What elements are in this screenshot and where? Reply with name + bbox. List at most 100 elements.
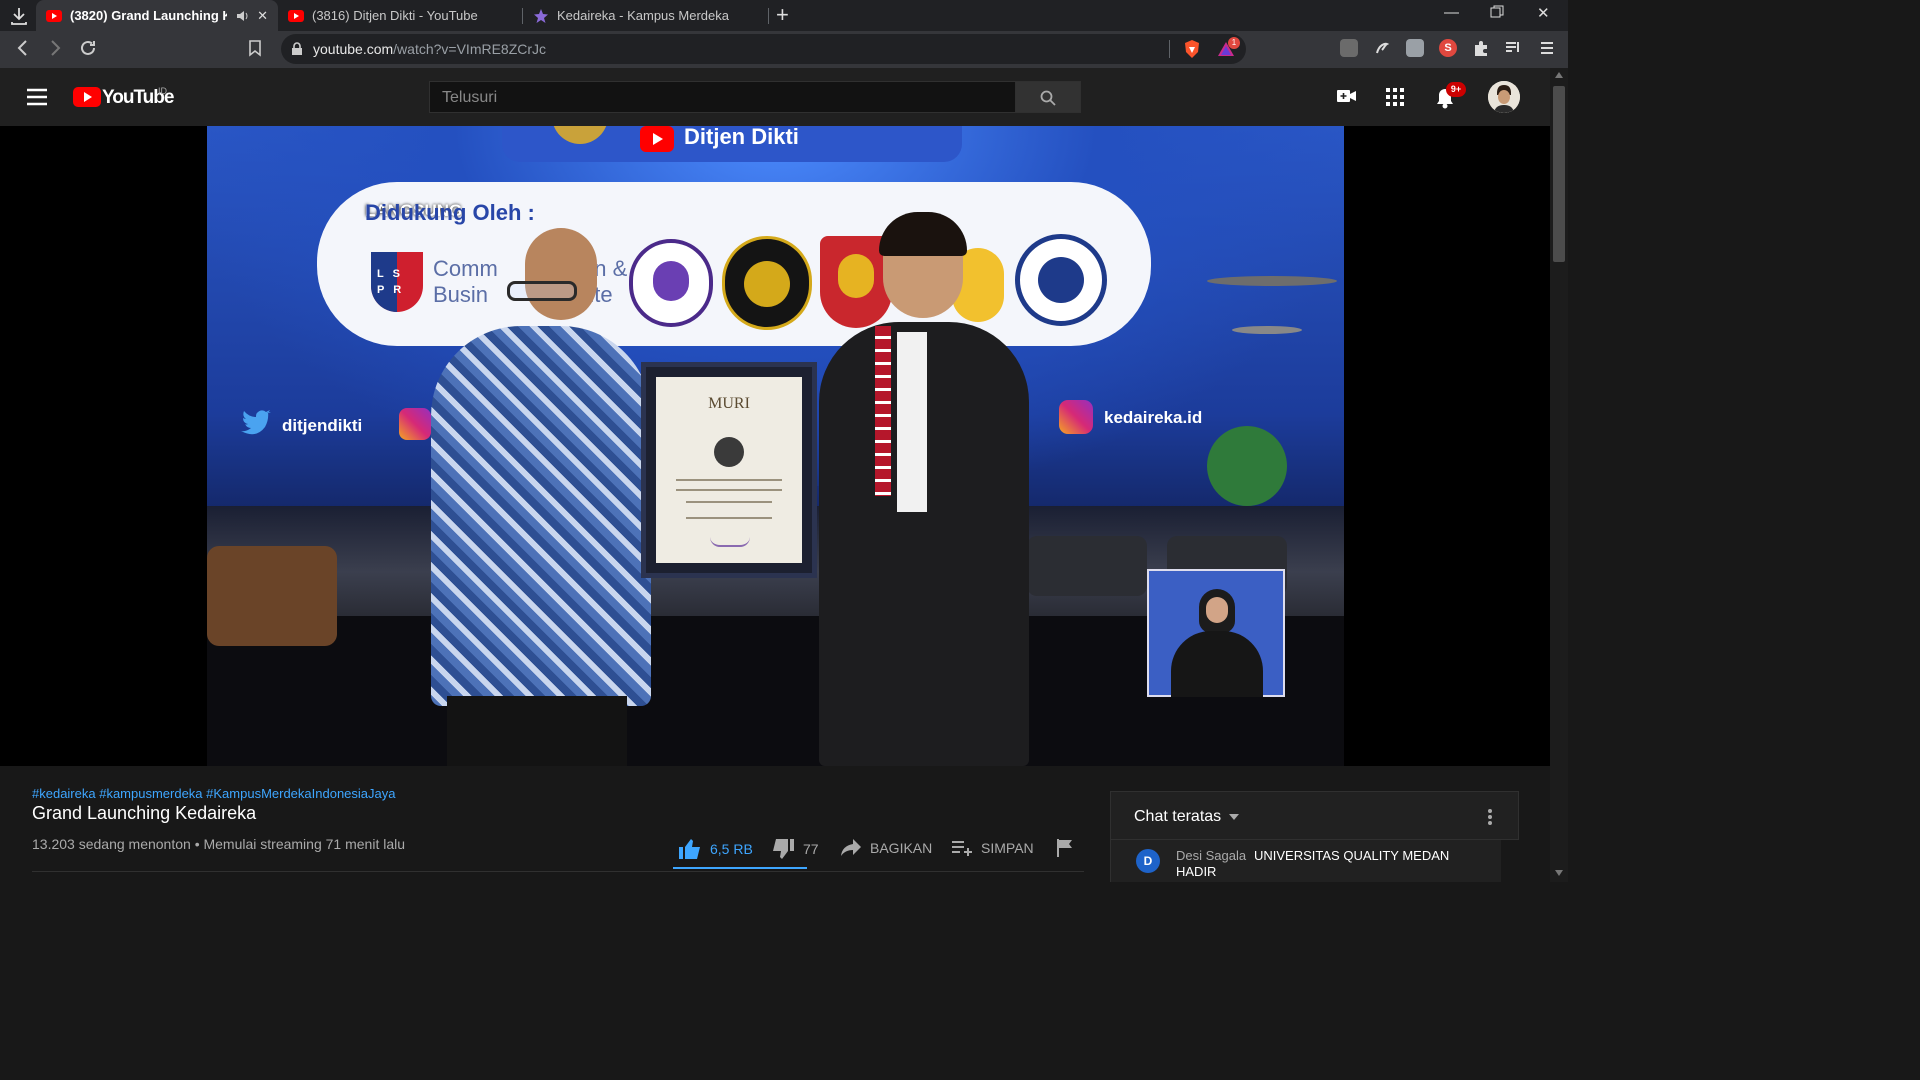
bitwarden-extension-icon[interactable] — [1340, 39, 1358, 57]
muri-certificate-frame: MURI — [641, 362, 817, 578]
create-video-icon[interactable] — [1337, 87, 1357, 105]
lspr-letters: L S P R — [377, 268, 405, 296]
tab-title: (3820) Grand Launching Kedaireka — [70, 8, 227, 23]
video-hashtags[interactable]: #kedaireka #kampusmerdeka #KampusMerdeka… — [32, 786, 396, 801]
certificate-signature — [710, 537, 750, 547]
interpreter-body — [1171, 631, 1263, 697]
page-scrollbar[interactable] — [1550, 68, 1568, 882]
report-button[interactable] — [1056, 838, 1082, 858]
hamburger-menu-icon[interactable] — [26, 87, 48, 107]
youtube-logo-icon[interactable] — [73, 87, 101, 107]
video-meta: 13.203 sedang menonton • Memulai streami… — [32, 836, 406, 852]
chat-message: UNIVERSITAS QUALITY MEDAN HADIR — [1176, 848, 1484, 879]
browser-tab-bar: (3820) Grand Launching Kedaireka ✕ (3816… — [0, 0, 1568, 31]
video-title: Grand Launching Kedaireka — [32, 803, 257, 823]
isbi-bandung-logo — [722, 236, 812, 330]
brave-alert-badge: 1 — [1228, 37, 1240, 49]
tab-grand-launching[interactable]: (3820) Grand Launching Kedaireka ✕ — [36, 0, 278, 31]
kedaireka-favicon-icon — [534, 8, 548, 23]
chat-divider — [1111, 839, 1518, 840]
youtube-header: YouTube ID Telusuri 9+ — [0, 68, 1550, 126]
close-window-icon[interactable]: ✕ — [1537, 4, 1550, 22]
face-shield — [507, 281, 577, 301]
search-button[interactable] — [1015, 81, 1081, 113]
speaker-icon[interactable] — [235, 9, 249, 23]
scroll-thumb[interactable] — [1553, 86, 1565, 262]
minimize-icon[interactable]: — — [1444, 4, 1459, 21]
address-bar[interactable]: youtube.com/watch?v=VImRE8ZCrJc 1 — [281, 34, 1246, 64]
musician — [1207, 426, 1287, 506]
interpreter-face — [1206, 597, 1228, 623]
extension-icon[interactable] — [1373, 39, 1391, 57]
cymbal — [1207, 276, 1337, 286]
twitter-icon — [241, 410, 271, 435]
lspr-text-2: Busin — [433, 282, 489, 307]
cymbal — [1232, 326, 1302, 334]
menu-icon[interactable] — [1538, 39, 1556, 57]
lock-icon[interactable] — [291, 42, 303, 56]
person-left-trousers — [447, 696, 627, 766]
social-handle-left: ditjendikti — [282, 416, 363, 435]
chat-avatar[interactable]: D — [1136, 849, 1160, 873]
person-right-shirt — [897, 332, 927, 512]
share-label: BAGIKAN — [870, 840, 933, 856]
flag-icon — [1057, 839, 1072, 857]
chat-scrollbar[interactable] — [1501, 840, 1519, 883]
tab-ditjen-dikti[interactable]: (3816) Ditjen Dikti - YouTube — [278, 0, 523, 31]
chat-author[interactable]: Desi Sagala — [1176, 848, 1246, 863]
bookmark-icon[interactable] — [248, 39, 262, 62]
more-options-icon[interactable] — [1487, 808, 1493, 826]
tab-kedaireka[interactable]: Kedaireka - Kampus Merdeka — [523, 0, 768, 31]
search-input[interactable]: Telusuri — [429, 81, 1016, 113]
traditional-drum — [207, 546, 337, 646]
video-frame[interactable]: Ditjen Dikti LANGSUNG Didukung Oleh : L … — [207, 126, 1344, 766]
save-label: SIMPAN — [981, 840, 1034, 856]
reload-button[interactable] — [79, 39, 97, 62]
search-placeholder: Telusuri — [442, 89, 498, 106]
sign-language-interpreter-inset — [1147, 569, 1285, 697]
extension-s-icon[interactable]: S — [1439, 39, 1457, 57]
restore-icon[interactable] — [1490, 5, 1504, 23]
share-button[interactable]: BAGIKAN — [840, 838, 932, 858]
playlist-add-icon — [952, 841, 972, 856]
social-handle-right: kedaireka.id — [1104, 408, 1203, 427]
download-icon[interactable] — [8, 5, 30, 27]
certificate-line — [676, 479, 782, 481]
ipb-bogor-logo — [1015, 234, 1107, 326]
back-button[interactable] — [15, 39, 31, 62]
tab-separator — [768, 8, 769, 24]
brave-shield-icon[interactable] — [1183, 39, 1201, 59]
video-player[interactable]: Ditjen Dikti LANGSUNG Didukung Oleh : L … — [0, 126, 1550, 766]
extension-icon[interactable] — [1406, 39, 1424, 57]
banner-top-text: Ditjen Dikti — [684, 126, 799, 149]
new-tab-button[interactable]: + — [776, 3, 789, 27]
like-ratio-bar — [673, 867, 807, 869]
apps-grid-icon[interactable] — [1386, 88, 1404, 106]
like-count: 6,5 RB — [710, 841, 753, 857]
thumb-up-icon — [679, 839, 700, 859]
close-tab-icon[interactable]: ✕ — [257, 8, 268, 24]
url-path: /watch?v=VImRE8ZCrJc — [393, 41, 547, 57]
thumb-down-icon — [773, 839, 794, 859]
gunadarma-logo — [629, 239, 713, 327]
avatar[interactable] — [1488, 81, 1520, 113]
playlist-icon[interactable] — [1504, 39, 1522, 57]
chat-mode-dropdown[interactable]: Chat teratas — [1134, 808, 1240, 826]
save-button[interactable]: SIMPAN — [951, 838, 1034, 858]
like-button[interactable]: 6,5 RB — [678, 838, 753, 860]
video-details: #kedaireka #kampusmerdeka #KampusMerdeka… — [0, 766, 1550, 883]
muri-certificate: MURI — [656, 377, 802, 563]
scroll-up-icon[interactable] — [1555, 72, 1563, 78]
instagram-icon — [399, 408, 431, 440]
dislike-count: 77 — [803, 841, 819, 857]
dislike-button[interactable]: 77 — [771, 838, 819, 860]
url-divider — [1169, 40, 1170, 58]
certificate-line — [686, 501, 772, 503]
notification-count-badge: 9+ — [1446, 82, 1466, 97]
scroll-down-icon[interactable] — [1555, 870, 1563, 876]
chat-message-line-2: HADIR — [1176, 864, 1217, 879]
lspr-text-1: Comm — [433, 256, 498, 281]
forward-button[interactable] — [47, 39, 63, 62]
person-left-batik-shirt — [431, 326, 651, 706]
puzzle-extensions-icon[interactable] — [1472, 39, 1490, 57]
